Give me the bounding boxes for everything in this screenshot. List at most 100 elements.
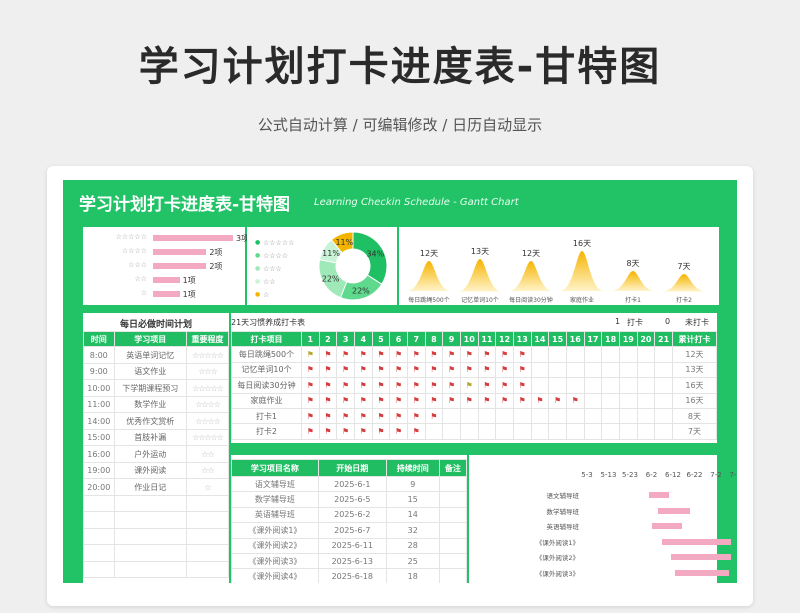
- checkin-cell[interactable]: ⚑: [336, 423, 355, 440]
- project-duration[interactable]: 25: [385, 552, 440, 570]
- checkin-cell[interactable]: ⚑: [371, 377, 391, 394]
- project-start[interactable]: 2025-6-11: [317, 537, 387, 554]
- project-note[interactable]: [438, 552, 468, 570]
- checkin-cell[interactable]: ⚑: [477, 361, 497, 379]
- checkin-cell[interactable]: ⚑: [318, 392, 338, 409]
- checkin-cell[interactable]: ⚑: [477, 392, 497, 409]
- checkin-cell[interactable]: [548, 346, 567, 363]
- checkin-cell[interactable]: ⚑: [512, 346, 532, 363]
- checkin-cell[interactable]: ⚑: [389, 377, 408, 394]
- checkin-cell[interactable]: ⚑: [512, 377, 532, 394]
- checkin-cell[interactable]: ⚑: [353, 361, 373, 379]
- project-start[interactable]: 2025-6-1: [317, 475, 387, 493]
- checkin-cell[interactable]: ⚑: [300, 361, 320, 379]
- checkin-cell[interactable]: ⚑: [318, 377, 338, 394]
- checkin-cell[interactable]: ⚑: [442, 377, 461, 394]
- checkin-cell[interactable]: [583, 377, 603, 394]
- checkin-cell[interactable]: ⚑: [406, 423, 426, 440]
- checkin-cell[interactable]: ⚑: [353, 346, 373, 363]
- checkin-cell[interactable]: [618, 346, 638, 363]
- checkin-cell[interactable]: [654, 423, 673, 440]
- checkin-cell[interactable]: [583, 392, 603, 409]
- checkin-cell[interactable]: ⚑: [300, 346, 320, 363]
- checkin-cell[interactable]: [583, 346, 603, 363]
- project-duration[interactable]: 15: [385, 491, 440, 508]
- checkin-cell[interactable]: [530, 346, 550, 363]
- checkin-cell[interactable]: ⚑: [371, 361, 391, 379]
- checkin-cell[interactable]: [565, 377, 585, 394]
- checkin-cell[interactable]: ⚑: [300, 392, 320, 409]
- checkin-cell[interactable]: [601, 423, 620, 440]
- checkin-cell[interactable]: ⚑: [336, 392, 355, 409]
- checkin-cell[interactable]: [618, 361, 638, 379]
- project-start[interactable]: 2025-6-5: [317, 491, 387, 508]
- checkin-cell[interactable]: ⚑: [406, 392, 426, 409]
- checkin-cell[interactable]: [512, 407, 532, 425]
- checkin-cell[interactable]: [548, 377, 567, 394]
- project-note[interactable]: [438, 522, 468, 539]
- project-duration[interactable]: 28: [385, 537, 440, 554]
- project-start[interactable]: 2025-6-2: [317, 506, 387, 524]
- checkin-cell[interactable]: ⚑: [548, 392, 567, 409]
- checkin-cell[interactable]: ⚑: [353, 407, 373, 425]
- checkin-cell[interactable]: [530, 361, 550, 379]
- checkin-cell[interactable]: [636, 423, 656, 440]
- checkin-cell[interactable]: [654, 377, 673, 394]
- checkin-cell[interactable]: ⚑: [442, 346, 461, 363]
- project-start[interactable]: 2025-6-13: [317, 552, 387, 570]
- project-note[interactable]: [438, 568, 468, 583]
- project-name[interactable]: 语文辅导班: [231, 475, 319, 493]
- checkin-cell[interactable]: [654, 392, 673, 409]
- checkin-cell[interactable]: [495, 407, 514, 425]
- checkin-cell[interactable]: [601, 377, 620, 394]
- checkin-cell[interactable]: [654, 407, 673, 425]
- checkin-cell[interactable]: ⚑: [389, 423, 408, 440]
- checkin-cell[interactable]: [636, 361, 656, 379]
- checkin-cell[interactable]: [583, 407, 603, 425]
- checkin-cell[interactable]: [601, 392, 620, 409]
- checkin-cell[interactable]: ⚑: [495, 377, 514, 394]
- checkin-cell[interactable]: ⚑: [318, 346, 338, 363]
- checkin-cell[interactable]: [636, 392, 656, 409]
- checkin-cell[interactable]: ⚑: [371, 423, 391, 440]
- checkin-cell[interactable]: ⚑: [406, 361, 426, 379]
- checkin-cell[interactable]: ⚑: [442, 361, 461, 379]
- checkin-cell[interactable]: [530, 407, 550, 425]
- checkin-cell[interactable]: ⚑: [389, 392, 408, 409]
- checkin-cell[interactable]: ⚑: [336, 407, 355, 425]
- checkin-cell[interactable]: [618, 377, 638, 394]
- checkin-cell[interactable]: [618, 407, 638, 425]
- checkin-cell[interactable]: [636, 407, 656, 425]
- checkin-cell[interactable]: [565, 361, 585, 379]
- checkin-cell[interactable]: ⚑: [495, 361, 514, 379]
- checkin-cell[interactable]: [636, 377, 656, 394]
- checkin-cell[interactable]: [442, 423, 461, 440]
- checkin-cell[interactable]: [477, 407, 497, 425]
- checkin-cell[interactable]: [548, 361, 567, 379]
- checkin-cell[interactable]: ⚑: [371, 407, 391, 425]
- checkin-cell[interactable]: [565, 407, 585, 425]
- checkin-cell[interactable]: [654, 346, 673, 363]
- checkin-cell[interactable]: ⚑: [459, 377, 479, 394]
- checkin-cell[interactable]: ⚑: [406, 346, 426, 363]
- checkin-cell[interactable]: ⚑: [495, 392, 514, 409]
- checkin-cell[interactable]: ⚑: [353, 392, 373, 409]
- checkin-cell[interactable]: ⚑: [406, 407, 426, 425]
- checkin-cell[interactable]: ⚑: [477, 377, 497, 394]
- checkin-cell[interactable]: [636, 346, 656, 363]
- project-name[interactable]: 数学辅导班: [231, 491, 319, 508]
- checkin-cell[interactable]: ⚑: [389, 361, 408, 379]
- checkin-cell[interactable]: [601, 361, 620, 379]
- checkin-cell[interactable]: ⚑: [530, 392, 550, 409]
- checkin-cell[interactable]: ⚑: [477, 346, 497, 363]
- project-note[interactable]: [438, 475, 468, 493]
- checkin-cell[interactable]: [565, 423, 585, 440]
- checkin-cell[interactable]: ⚑: [406, 377, 426, 394]
- checkin-cell[interactable]: ⚑: [512, 361, 532, 379]
- checkin-cell[interactable]: [530, 377, 550, 394]
- project-note[interactable]: [438, 537, 468, 554]
- checkin-cell[interactable]: ⚑: [353, 423, 373, 440]
- checkin-cell[interactable]: ⚑: [300, 407, 320, 425]
- checkin-cell[interactable]: [459, 423, 479, 440]
- project-name[interactable]: 英语辅导班: [231, 506, 319, 524]
